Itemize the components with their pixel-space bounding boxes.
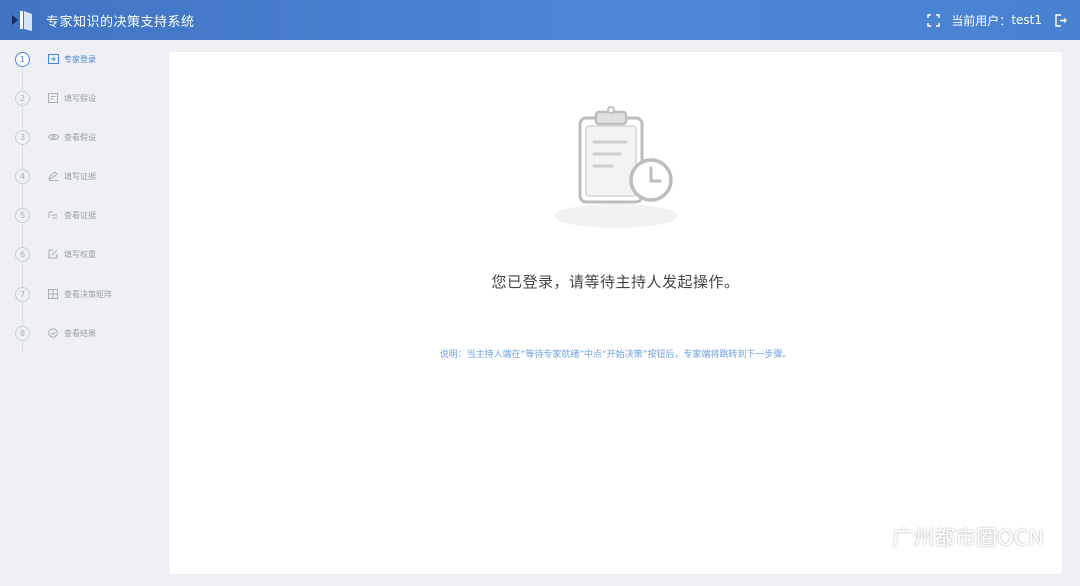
- clipboard-clock-icon: [554, 106, 678, 228]
- wechat-icon: [847, 523, 885, 550]
- step-number: 6: [15, 246, 30, 262]
- form-icon: [47, 92, 59, 104]
- current-user-label: 当前用户：: [951, 13, 1012, 28]
- instruction-note: 说明：当主持人端在“等待专家就绪”中点“开始决策”按钮后，专家端将跳转到下一步骤…: [439, 350, 792, 360]
- step-number: 1: [15, 51, 30, 67]
- step-view-decision-matrix[interactable]: 7 查看决策矩阵: [15, 286, 112, 302]
- step-label: 查看决策矩阵: [64, 289, 112, 299]
- step-number: 8: [15, 325, 30, 341]
- username: test1: [1011, 13, 1042, 27]
- fullscreen-icon[interactable]: [925, 12, 941, 28]
- step-label: 填写假设: [64, 93, 96, 103]
- step-fill-hypothesis[interactable]: 2 填写假设: [15, 90, 96, 106]
- step-number: 3: [15, 129, 30, 145]
- step-label: 填写权重: [64, 249, 96, 259]
- step-label: 填写证据: [64, 171, 96, 181]
- top-header: 专家知识的决策支持系统 当前用户： test1: [0, 0, 1080, 40]
- step-label: 查看假设: [64, 132, 96, 142]
- step-number: 5: [15, 207, 30, 223]
- result-icon: [47, 327, 59, 339]
- step-number: 4: [15, 168, 30, 184]
- edit-icon: [47, 170, 59, 182]
- step-view-result[interactable]: 8 查看结果: [15, 325, 96, 341]
- edit-box-icon: [47, 248, 59, 260]
- watermark-text: 广州都市圈OCN: [892, 526, 1044, 550]
- logout-icon[interactable]: [1052, 12, 1068, 28]
- eye-icon: [47, 131, 59, 143]
- main-content-panel: 您已登录，请等待主持人发起操作。 说明：当主持人端在“等待专家就绪”中点“开始决…: [169, 52, 1062, 574]
- step-label: 查看证据: [64, 210, 96, 220]
- login-icon: [47, 53, 59, 65]
- watermark: 广州都市圈OCN: [846, 522, 1044, 552]
- step-label: 查看结果: [64, 328, 96, 338]
- step-fill-weights[interactable]: 6 填写权重: [15, 246, 96, 262]
- step-number: 7: [15, 286, 30, 302]
- step-view-evidence[interactable]: 5 查看证据: [15, 207, 96, 223]
- step-fill-evidence[interactable]: 4 填写证据: [15, 168, 96, 184]
- step-expert-login[interactable]: 1 专家登录: [15, 51, 96, 67]
- step-label: 专家登录: [64, 54, 96, 64]
- app-logo: [12, 11, 32, 31]
- step-view-hypothesis[interactable]: 3 查看假设: [15, 129, 96, 145]
- step-number: 2: [15, 90, 30, 106]
- matrix-icon: [47, 288, 59, 300]
- app-title: 专家知识的决策支持系统: [46, 15, 195, 30]
- login-status-message: 您已登录，请等待主持人发起操作。: [491, 273, 740, 291]
- step-sidebar: 1 专家登录 2 填写假设 3 查看假设 4 填写证据 5 查看证据 6 填写权…: [0, 40, 160, 586]
- list-icon: [47, 209, 59, 221]
